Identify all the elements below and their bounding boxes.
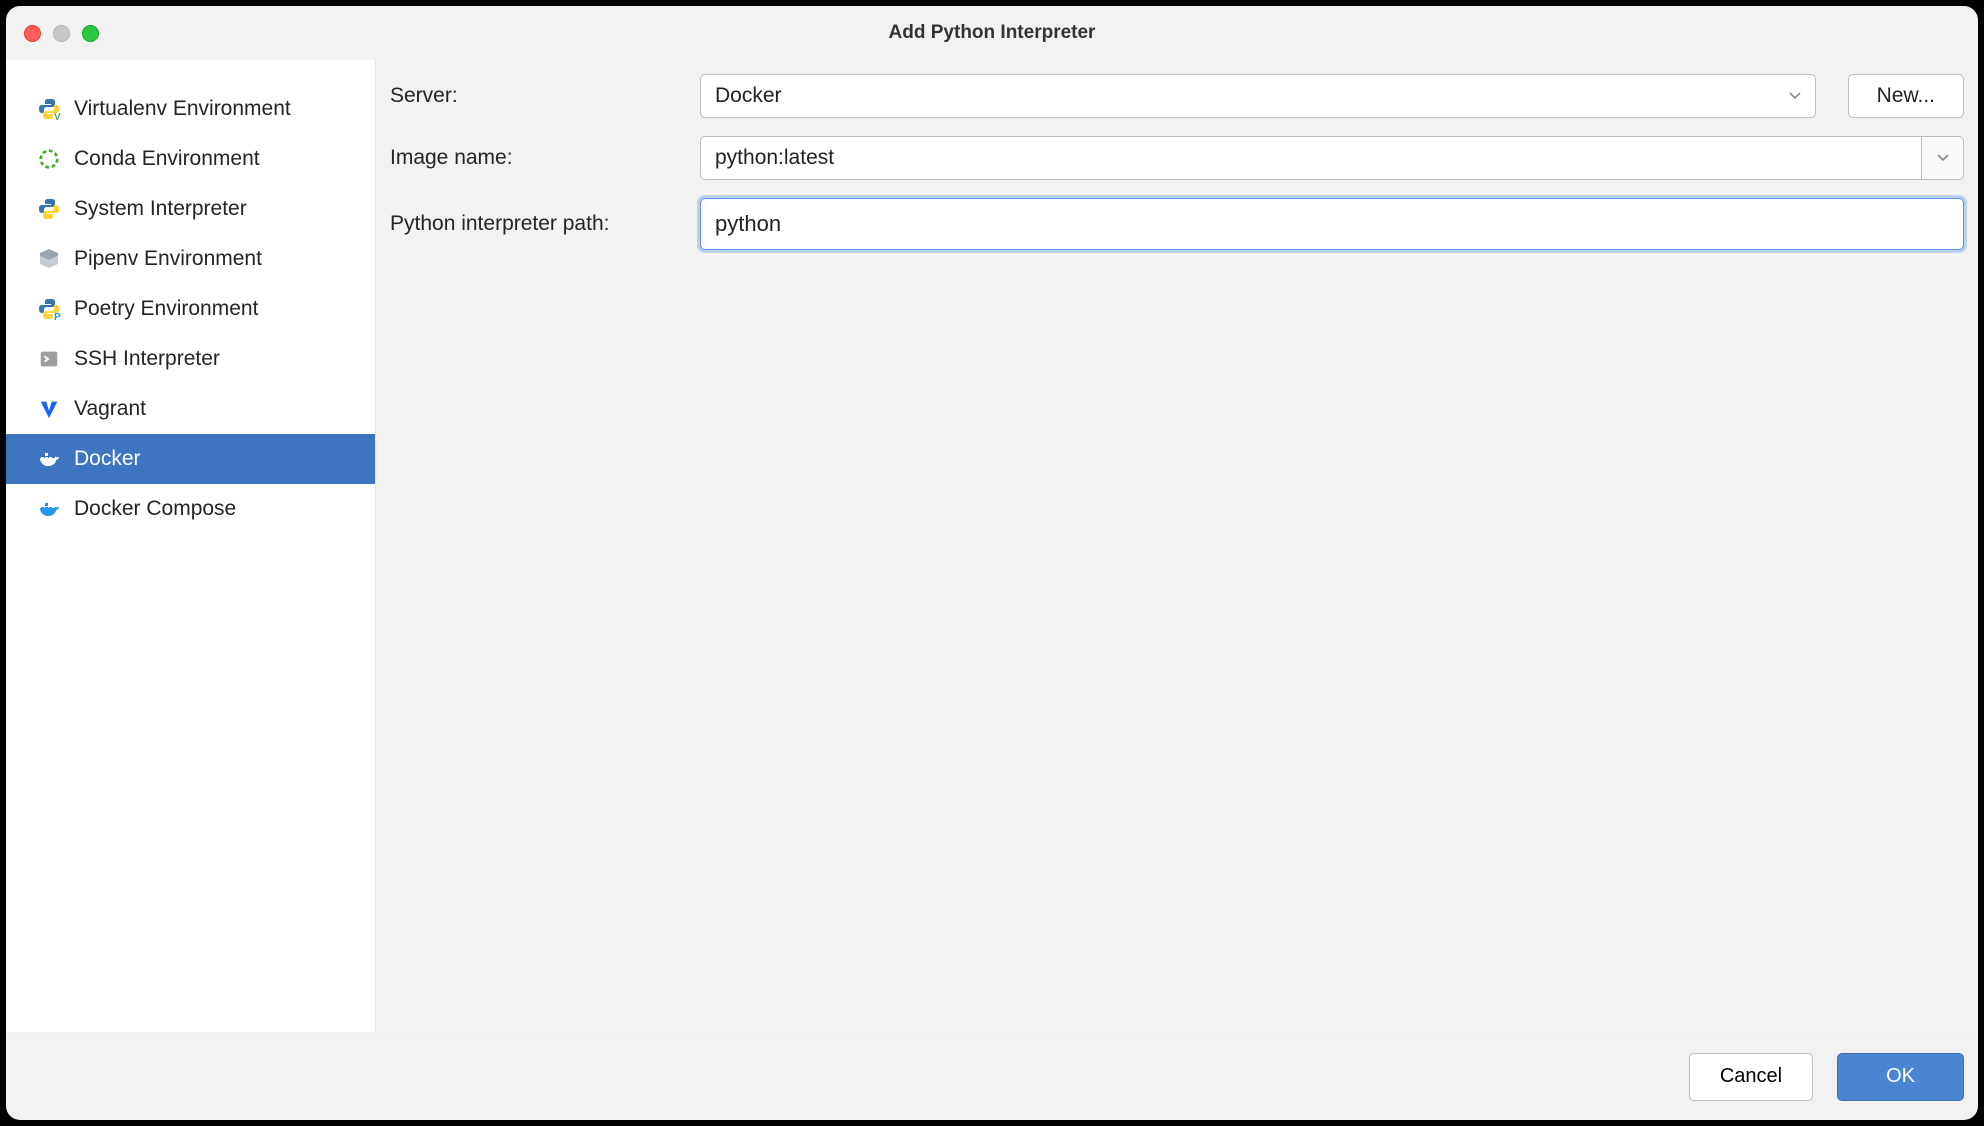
sidebar-item-docker[interactable]: Docker xyxy=(6,434,375,484)
sidebar-item-label: Docker xyxy=(74,447,141,471)
sidebar-item-label: Conda Environment xyxy=(74,147,260,171)
window-title: Add Python Interpreter xyxy=(6,22,1978,44)
sidebar-item-label: Virtualenv Environment xyxy=(74,97,291,121)
sidebar-item-virtualenv[interactable]: V Virtualenv Environment xyxy=(6,84,375,134)
sidebar-item-poetry[interactable]: P Poetry Environment xyxy=(6,284,375,334)
sidebar-item-label: Docker Compose xyxy=(74,497,236,521)
svg-text:P: P xyxy=(54,312,61,321)
image-row: Image name: xyxy=(390,136,1964,180)
docker-compose-icon xyxy=(36,496,62,522)
server-label: Server: xyxy=(390,84,700,108)
sidebar-item-docker-compose[interactable]: Docker Compose xyxy=(6,484,375,534)
svg-text:V: V xyxy=(54,112,61,121)
server-row: Server: Docker New... xyxy=(390,74,1964,118)
sidebar-item-label: Poetry Environment xyxy=(74,297,258,321)
image-browse-button[interactable] xyxy=(1921,137,1963,179)
server-dropdown[interactable]: Docker xyxy=(700,74,1816,118)
vagrant-icon xyxy=(36,396,62,422)
python-p-icon: P xyxy=(36,296,62,322)
sidebar-item-conda[interactable]: Conda Environment xyxy=(6,134,375,184)
maximize-icon[interactable] xyxy=(82,25,99,42)
image-name-input[interactable] xyxy=(701,137,1921,179)
conda-icon xyxy=(36,146,62,172)
sidebar-item-system[interactable]: System Interpreter xyxy=(6,184,375,234)
chevron-down-icon xyxy=(1937,154,1949,162)
docker-icon xyxy=(36,446,62,472)
path-label: Python interpreter path: xyxy=(390,212,700,236)
new-server-button[interactable]: New... xyxy=(1848,74,1964,118)
chevron-down-icon xyxy=(1789,92,1801,100)
python-v-icon: V xyxy=(36,96,62,122)
sidebar-item-ssh[interactable]: SSH Interpreter xyxy=(6,334,375,384)
server-value: Docker xyxy=(715,84,782,108)
dialog-body: V Virtualenv Environment Conda Environme… xyxy=(6,60,1978,1032)
pipenv-icon xyxy=(36,246,62,272)
sidebar-item-vagrant[interactable]: Vagrant xyxy=(6,384,375,434)
image-name-field-wrapper xyxy=(700,136,1964,180)
python-icon xyxy=(36,196,62,222)
interpreter-path-input[interactable] xyxy=(701,211,1963,237)
dialog-footer: Cancel OK xyxy=(6,1032,1978,1120)
image-label: Image name: xyxy=(390,146,700,170)
traffic-lights xyxy=(24,25,99,42)
close-icon[interactable] xyxy=(24,25,41,42)
sidebar-item-label: SSH Interpreter xyxy=(74,347,220,371)
interpreter-type-list: V Virtualenv Environment Conda Environme… xyxy=(6,60,376,1032)
titlebar: Add Python Interpreter xyxy=(6,6,1978,60)
path-row: Python interpreter path: xyxy=(390,198,1964,250)
sidebar-item-pipenv[interactable]: Pipenv Environment xyxy=(6,234,375,284)
minimize-icon xyxy=(53,25,70,42)
cancel-button[interactable]: Cancel xyxy=(1689,1053,1813,1101)
ok-button[interactable]: OK xyxy=(1837,1053,1964,1101)
interpreter-path-wrapper xyxy=(700,198,1964,250)
sidebar-item-label: Vagrant xyxy=(74,397,146,421)
sidebar-item-label: Pipenv Environment xyxy=(74,247,262,271)
dialog-window: Add Python Interpreter V Virtualenv Envi… xyxy=(6,6,1978,1120)
ssh-icon xyxy=(36,346,62,372)
form-panel: Server: Docker New... Image name: xyxy=(376,60,1978,1032)
sidebar-item-label: System Interpreter xyxy=(74,197,247,221)
